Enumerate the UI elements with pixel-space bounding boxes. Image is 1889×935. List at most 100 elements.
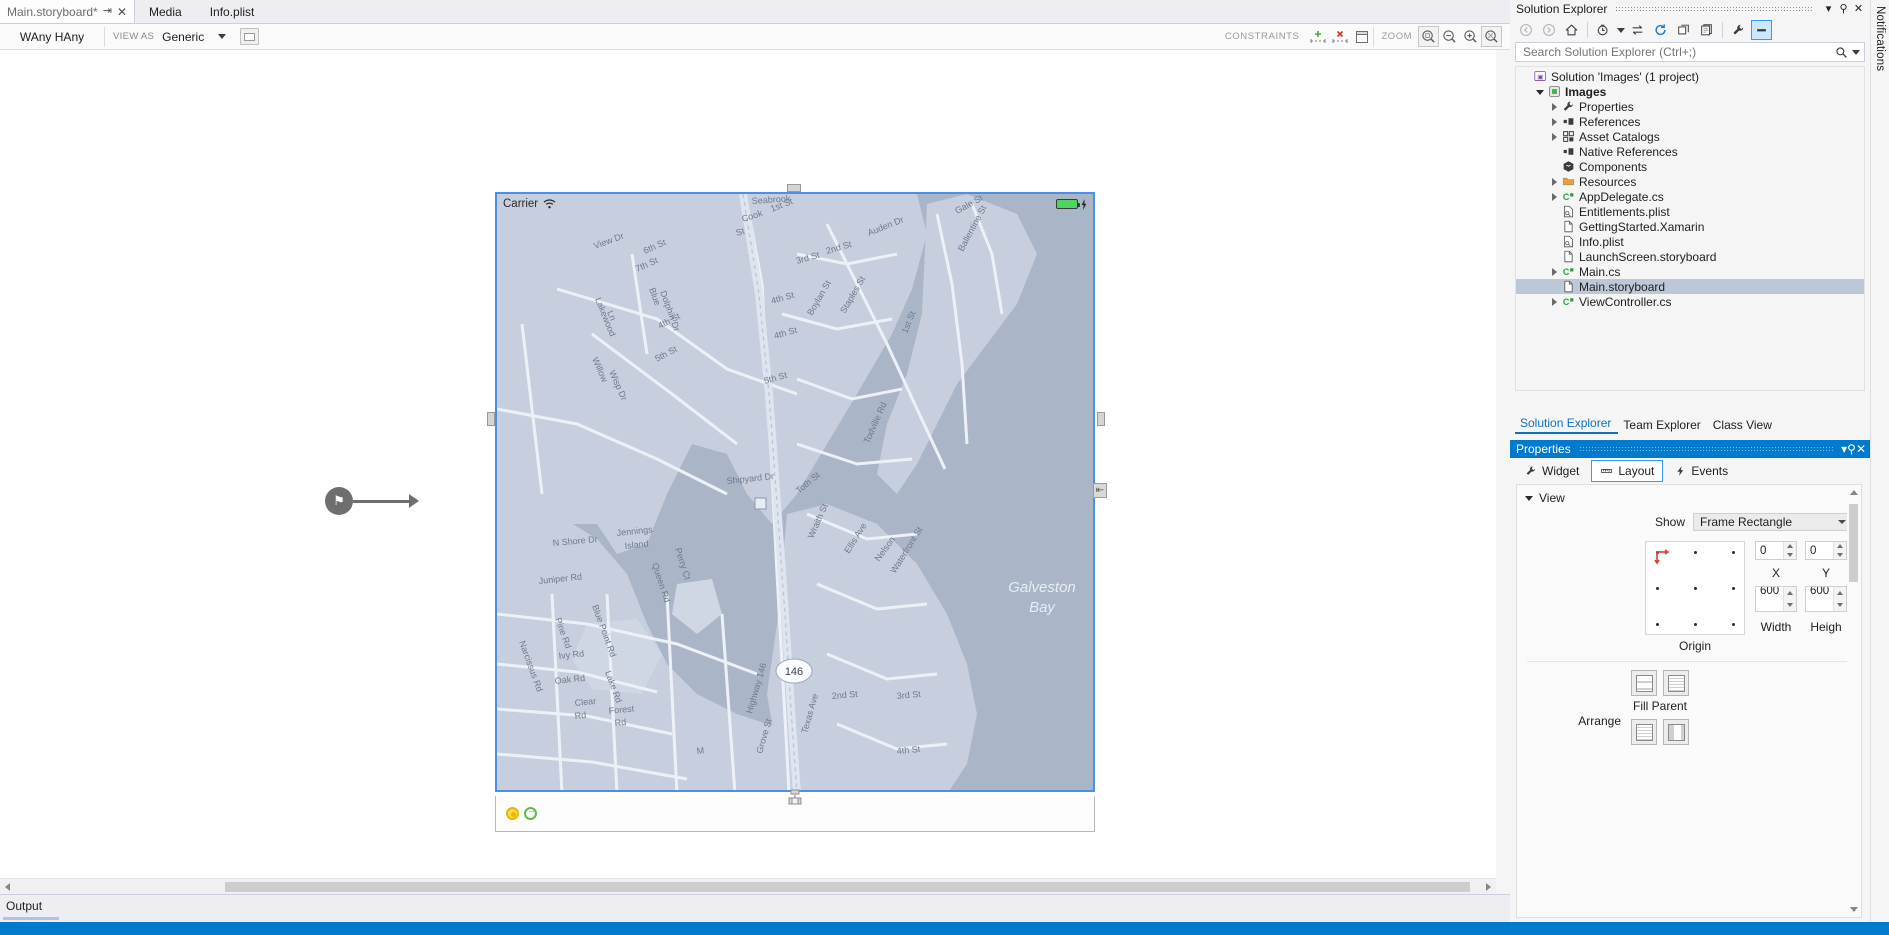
- properties-scrollbar[interactable]: [1847, 486, 1860, 916]
- panel-pin-button[interactable]: ⚲: [1836, 4, 1851, 15]
- view-controller-frame[interactable]: 146 Galveston Bay Seabrook Willow Wisp D…: [495, 192, 1095, 792]
- tab-class-view[interactable]: Class View: [1708, 417, 1779, 434]
- origin-anchor-middle-right[interactable]: [1732, 587, 1735, 590]
- height-stepper-up[interactable]: [1834, 587, 1846, 599]
- zoom-actual-size-button[interactable]: [1481, 26, 1502, 47]
- show-dropdown[interactable]: Frame Rectangle: [1693, 513, 1851, 531]
- x-field[interactable]: 0: [1755, 541, 1797, 560]
- expander-collapsed-icon[interactable]: [1548, 193, 1560, 201]
- scene-resize-handle-left[interactable]: [487, 412, 495, 426]
- panel-drag-dots[interactable]: [1579, 446, 1833, 452]
- editor-tab-media[interactable]: Media: [135, 0, 196, 23]
- expander-collapsed-icon[interactable]: [1548, 118, 1560, 126]
- first-responder-icon[interactable]: [506, 807, 519, 820]
- origin-anchor-middle-center[interactable]: [1694, 587, 1697, 590]
- editor-tab-info-plist[interactable]: Info.plist: [196, 0, 269, 23]
- expander-collapsed-icon[interactable]: [1548, 178, 1560, 186]
- navigate-forward-button[interactable]: [1538, 20, 1559, 40]
- scene-width-handle[interactable]: ⇤: [1093, 483, 1107, 498]
- properties-body[interactable]: View Show Frame Rectangle: [1516, 484, 1862, 918]
- tree-item-main-cs[interactable]: CMain.cs: [1516, 264, 1864, 279]
- tree-item-entitlements-plist[interactable]: Entitlements.plist: [1516, 204, 1864, 219]
- add-constraints-button[interactable]: [1307, 26, 1329, 48]
- scene-resize-handle-top[interactable]: [787, 184, 801, 192]
- pin-tab-icon[interactable]: ⇥: [103, 6, 112, 17]
- tree-item-properties[interactable]: Properties: [1516, 99, 1864, 114]
- home-button[interactable]: [1561, 20, 1582, 40]
- zoom-fit-button[interactable]: [1418, 26, 1439, 47]
- y-stepper-down[interactable]: [1834, 551, 1846, 560]
- fill-parent-horizontally-button[interactable]: [1631, 670, 1657, 696]
- expander-collapsed-icon[interactable]: [1548, 268, 1560, 276]
- scroll-thumb[interactable]: [1849, 504, 1858, 582]
- clear-constraints-button[interactable]: [1329, 26, 1351, 48]
- storyboard-canvas[interactable]: 146 Galveston Bay Seabrook Willow Wisp D…: [0, 50, 1496, 878]
- origin-anchor-middle-left[interactable]: [1656, 587, 1659, 590]
- width-stepper[interactable]: [1783, 587, 1796, 611]
- scene-resize-handle-right[interactable]: [1097, 412, 1105, 426]
- tab-team-explorer[interactable]: Team Explorer: [1618, 417, 1707, 434]
- tree-item-references[interactable]: References: [1516, 114, 1864, 129]
- show-all-files-button[interactable]: [1696, 20, 1717, 40]
- device-dropdown[interactable]: Generic: [160, 30, 228, 44]
- pending-changes-button[interactable]: [1593, 20, 1614, 40]
- solution-tree[interactable]: ▣Solution 'Images' (1 project)ImagesProp…: [1515, 66, 1865, 391]
- scroll-down-arrow[interactable]: [1850, 907, 1858, 912]
- origin-anchor-top-right[interactable]: [1732, 551, 1735, 554]
- view-section-header[interactable]: View: [1517, 485, 1861, 509]
- expander-collapsed-icon[interactable]: [1548, 103, 1560, 111]
- notifications-tab[interactable]: Notifications: [1870, 0, 1889, 935]
- tab-widget[interactable]: Widget: [1516, 460, 1588, 482]
- x-stepper-up[interactable]: [1784, 542, 1796, 551]
- scroll-left-arrow[interactable]: [5, 883, 10, 891]
- map-view[interactable]: 146 Galveston Bay Seabrook Willow Wisp D…: [497, 194, 1093, 790]
- tab-events[interactable]: Events: [1666, 460, 1737, 482]
- close-tab-icon[interactable]: ✕: [117, 6, 127, 18]
- tree-item-native-references[interactable]: Native References: [1516, 144, 1864, 159]
- initial-view-controller-arrow[interactable]: ⚑: [325, 487, 419, 515]
- arrange-horizontal-button[interactable]: [1663, 719, 1689, 745]
- tab-solution-explorer[interactable]: Solution Explorer: [1515, 415, 1618, 434]
- panel-drag-dots[interactable]: [1615, 6, 1813, 12]
- frame-constraints-button[interactable]: [1351, 26, 1373, 48]
- tree-item-appdelegate-cs[interactable]: CAppDelegate.cs: [1516, 189, 1864, 204]
- scroll-right-arrow[interactable]: [1486, 883, 1491, 891]
- tree-item-launchscreen-storyboard[interactable]: LaunchScreen.storyboard: [1516, 249, 1864, 264]
- device-preview-button[interactable]: [240, 28, 259, 45]
- y-stepper-up[interactable]: [1834, 542, 1846, 551]
- zoom-in-button[interactable]: [1460, 26, 1481, 47]
- origin-anchor-bottom-right[interactable]: [1732, 623, 1735, 626]
- fill-parent-vertically-button[interactable]: [1663, 670, 1689, 696]
- solution-explorer-search[interactable]: [1515, 42, 1865, 62]
- size-class-selector[interactable]: WAny HAny: [0, 30, 104, 44]
- tree-item-images[interactable]: Images: [1516, 84, 1864, 99]
- width-stepper-up[interactable]: [1784, 587, 1796, 599]
- tab-layout[interactable]: Layout: [1591, 460, 1663, 482]
- width-stepper-down[interactable]: [1784, 599, 1796, 611]
- arrange-vertical-button[interactable]: [1631, 719, 1657, 745]
- properties-button[interactable]: [1728, 20, 1749, 40]
- tree-item-viewcontroller-cs[interactable]: CViewController.cs: [1516, 294, 1864, 309]
- x-stepper-down[interactable]: [1784, 551, 1796, 560]
- panel-menu-button[interactable]: ▾: [1821, 4, 1836, 15]
- view-controller-dock-icon[interactable]: [785, 788, 805, 811]
- tree-item-solution-images-1-project[interactable]: ▣Solution 'Images' (1 project): [1516, 69, 1864, 84]
- panel-close-button[interactable]: ✕: [1851, 4, 1866, 15]
- y-field[interactable]: 0: [1805, 541, 1847, 560]
- tree-item-components[interactable]: Components: [1516, 159, 1864, 174]
- width-field[interactable]: 600: [1755, 586, 1797, 612]
- expander-collapsed-icon[interactable]: [1548, 133, 1560, 141]
- canvas-horizontal-scrollbar[interactable]: [0, 878, 1496, 894]
- tree-item-main-storyboard[interactable]: Main.storyboard: [1516, 279, 1864, 294]
- origin-anchor-bottom-left[interactable]: [1656, 623, 1659, 626]
- output-pane[interactable]: Output: [0, 894, 1510, 922]
- storyboard-scene[interactable]: 146 Galveston Bay Seabrook Willow Wisp D…: [495, 192, 1095, 832]
- height-stepper-down[interactable]: [1834, 599, 1846, 611]
- scroll-up-arrow[interactable]: [1850, 490, 1858, 495]
- y-stepper[interactable]: [1833, 542, 1846, 559]
- height-field[interactable]: 600: [1805, 586, 1847, 612]
- origin-anchor-bottom-center[interactable]: [1694, 623, 1697, 626]
- sync-with-active-document-button[interactable]: [1627, 20, 1648, 40]
- editor-tab-main-storyboard[interactable]: Main.storyboard* ⇥ ✕: [0, 0, 135, 23]
- height-stepper[interactable]: [1833, 587, 1846, 611]
